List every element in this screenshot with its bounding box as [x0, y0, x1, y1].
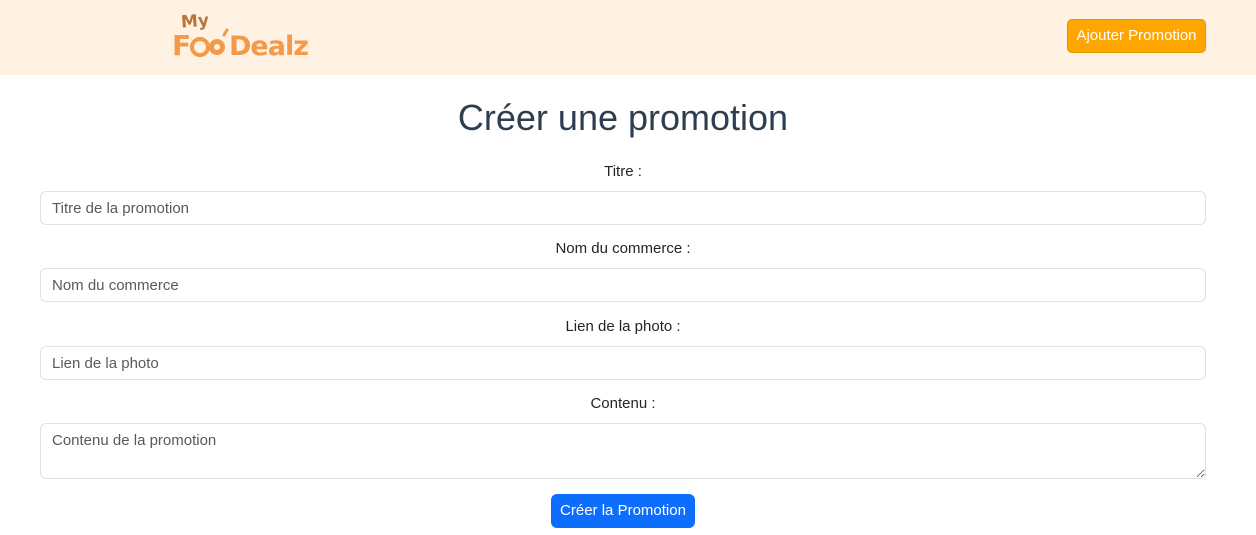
navbar: My F Dealz Ajouter Promotion: [0, 0, 1256, 75]
content-label: Contenu :: [590, 395, 656, 412]
content-textarea[interactable]: [40, 423, 1206, 479]
shop-name-label: Nom du commerce :: [555, 240, 691, 257]
title-input[interactable]: [40, 191, 1206, 225]
page-title: Créer une promotion: [457, 97, 789, 138]
shop-name-input[interactable]: [40, 268, 1206, 302]
svg-text:Dealz: Dealz: [229, 31, 308, 62]
title-label: Titre :: [604, 163, 642, 180]
add-promotion-button[interactable]: Ajouter Promotion: [1067, 19, 1206, 53]
create-promotion-button[interactable]: Créer la Promotion: [551, 494, 695, 528]
photo-link-input[interactable]: [40, 346, 1206, 380]
svg-text:F: F: [172, 29, 191, 62]
logo-image: My F Dealz: [172, 11, 309, 62]
photo-link-label: Lien de la photo :: [565, 318, 681, 335]
brand-logo[interactable]: My F Dealz: [170, 8, 312, 66]
